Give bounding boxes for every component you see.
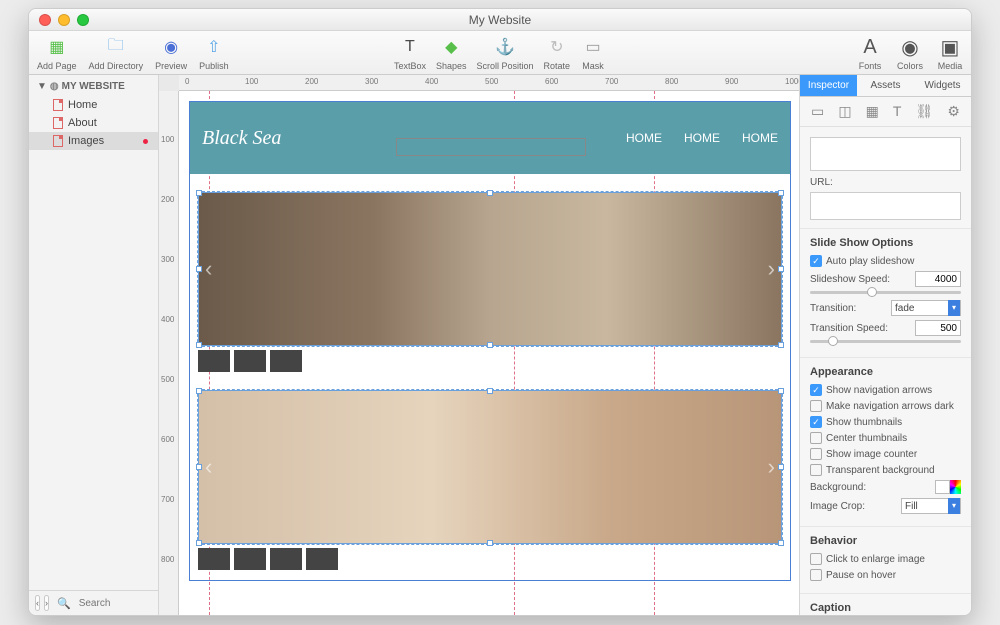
image-crop-select[interactable]: Fill▾ [901,498,961,514]
add-directory-icon: 🗀 [103,34,129,60]
nav-link[interactable]: HOME [742,131,778,145]
preview-icon: ◉ [158,34,184,60]
canvas-area[interactable]: 01002003004005006007008009001000 1002003… [159,75,799,615]
fonts-icon: A [857,34,883,60]
app-window: My Website ▦Add Page 🗀Add Directory ◉Previ… [28,8,972,616]
sidebar-item-home[interactable]: Home [29,96,158,114]
titlebar: My Website [29,9,971,31]
add-page-button[interactable]: ▦Add Page [37,34,77,71]
frame-icon[interactable]: ◫ [838,103,851,120]
anchor-icon: ⚓ [492,34,518,60]
add-directory-button[interactable]: 🗀Add Directory [89,34,144,71]
section-title: Behavior [810,535,961,547]
disclosure-icon[interactable]: ▼ [37,81,47,92]
media-icon: ▣ [937,34,963,60]
tab-inspector[interactable]: Inspector [800,75,857,96]
url-input[interactable] [810,192,961,220]
transparent-bg-checkbox[interactable] [810,464,822,476]
rotate-button[interactable]: ↻Rotate [544,34,571,71]
add-page-icon: ▦ [44,34,70,60]
preview-box [810,137,961,171]
minimize-icon[interactable] [58,14,70,26]
page[interactable]: Black Sea HOME HOME HOME ‹ › [189,101,791,581]
image-icon[interactable]: ▦ [866,103,879,120]
section-title: Slide Show Options [810,237,961,249]
shapes-button[interactable]: ◆Shapes [436,34,467,71]
nav-arrows-checkbox[interactable]: ✓ [810,384,822,396]
slideshow-widget-1[interactable]: ‹ › [198,192,782,346]
slideshow-thumbnails-2[interactable] [198,548,782,570]
tab-assets[interactable]: Assets [857,75,914,96]
colors-button[interactable]: ◉Colors [897,34,923,71]
colors-icon: ◉ [897,34,923,60]
selection-outline[interactable] [396,138,586,156]
slide-next-icon[interactable]: › [768,454,775,480]
transition-speed-input[interactable] [915,320,961,336]
sidebar-item-about[interactable]: About [29,114,158,132]
toolbar: ▦Add Page🗀Add Directory◉Preview⇧Publish … [29,31,971,75]
transition-select[interactable]: fade▾ [891,300,961,316]
maximize-icon[interactable] [77,14,89,26]
rotate-icon: ↻ [544,34,570,60]
slideshow-speed-input[interactable] [915,271,961,287]
url-label: URL: [810,177,961,188]
slide-next-icon[interactable]: › [768,256,775,282]
preview-button[interactable]: ◉Preview [155,34,187,71]
close-icon[interactable] [39,14,51,26]
publish-icon: ⇧ [201,34,227,60]
page-icon [53,135,63,147]
textbox-button[interactable]: TTextBox [394,34,426,71]
dark-arrows-checkbox[interactable] [810,400,822,412]
fonts-button[interactable]: AFonts [857,34,883,71]
window-title: My Website [469,13,531,27]
sidebar-item-images[interactable]: Images [29,132,158,150]
mask-icon: ▭ [580,34,606,60]
media-button[interactable]: ▣Media [937,34,963,71]
anchor-button[interactable]: ⚓Scroll Position [476,34,533,71]
center-thumbs-checkbox[interactable] [810,432,822,444]
shapes-icon: ◆ [438,34,464,60]
autoplay-checkbox[interactable]: ✓ [810,255,822,267]
inspector-panel: InspectorAssetsWidgets ▭ ◫ ▦ T ⛓ ⚙ URL: … [799,75,971,615]
show-thumbs-checkbox[interactable]: ✓ [810,416,822,428]
mask-button[interactable]: ▭Mask [580,34,606,71]
slide-prev-icon[interactable]: ‹ [205,454,212,480]
search-icon: 🔍 [53,597,71,610]
modified-indicator [143,139,148,144]
nav-back-button[interactable]: ‹ [35,595,40,611]
slideshow-speed-slider[interactable] [810,291,961,294]
sidebar: ▼ ◍ MY WEBSITE HomeAboutImages ‹ › 🔍 [29,75,159,615]
link-icon[interactable]: ⛓ [916,103,934,120]
site-logo: Black Sea [202,127,281,150]
globe-icon: ◍ [50,81,59,92]
enlarge-checkbox[interactable] [810,553,822,565]
slide-prev-icon[interactable]: ‹ [205,256,212,282]
slideshow-thumbnails-1[interactable] [198,350,782,372]
pause-hover-checkbox[interactable] [810,569,822,581]
nav-link[interactable]: HOME [684,131,720,145]
nav-forward-button[interactable]: › [44,595,49,611]
section-title: Appearance [810,366,961,378]
page-settings-icon[interactable]: ▭ [811,103,824,120]
section-title: Caption [810,602,961,614]
slideshow-widget-2[interactable]: ‹ › [198,390,782,544]
text-icon[interactable]: T [893,103,902,120]
page-icon [53,99,63,111]
textbox-icon: T [397,34,423,60]
tab-widgets[interactable]: Widgets [914,75,971,96]
background-color-swatch[interactable] [935,480,961,494]
transition-speed-slider[interactable] [810,340,961,343]
counter-checkbox[interactable] [810,448,822,460]
gear-icon[interactable]: ⚙ [947,103,960,120]
page-icon [53,117,63,129]
ruler-horizontal: 01002003004005006007008009001000 [179,75,799,91]
publish-button[interactable]: ⇧Publish [199,34,229,71]
ruler-vertical: 100200300400500600700800 [159,91,179,615]
nav-link[interactable]: HOME [626,131,662,145]
sidebar-header[interactable]: ▼ ◍ MY WEBSITE [29,75,158,96]
